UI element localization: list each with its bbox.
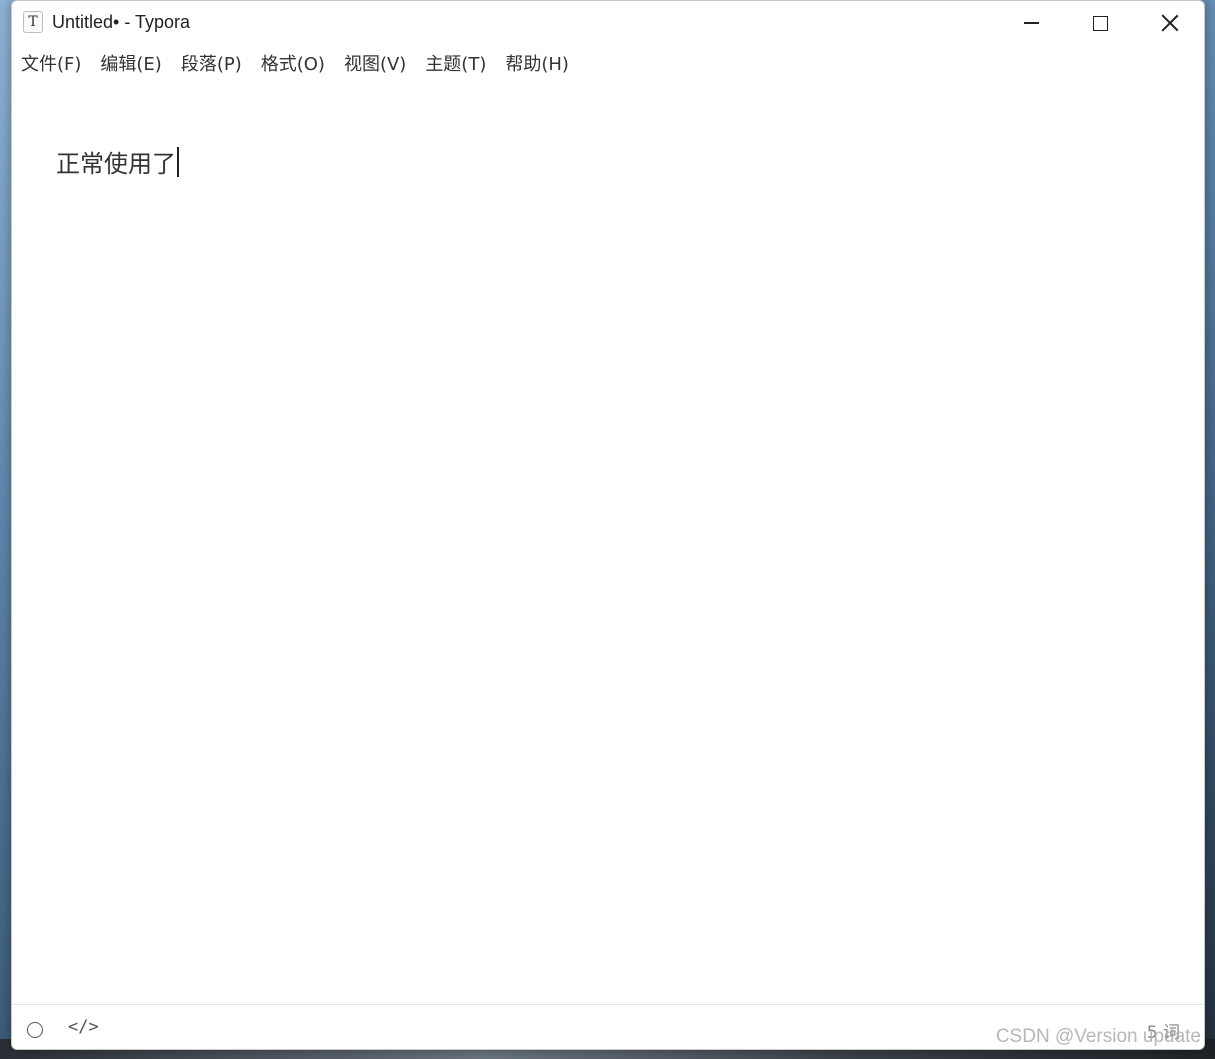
editor-paragraph[interactable]: 正常使用了 [56,144,179,179]
menu-theme[interactable]: 主题(T) [425,50,486,76]
text-caret [177,146,179,177]
typora-app-icon: T [23,11,43,33]
title-bar[interactable]: T Untitled• - Typora [12,1,1204,45]
source-code-toggle-icon[interactable]: </> [68,1017,99,1037]
minimize-icon [1023,22,1039,24]
sidebar-toggle-icon[interactable] [27,1022,43,1038]
menu-format[interactable]: 格式(O) [261,50,325,76]
close-icon [1160,13,1180,33]
menu-edit[interactable]: 编辑(E) [100,50,161,76]
window-title: Untitled• - Typora [52,12,191,32]
menu-help[interactable]: 帮助(H) [505,50,569,76]
maximize-icon [1092,15,1108,31]
editor-area[interactable]: 正常使用了 [12,81,1204,1004]
watermark: CSDN @Version update [995,1026,1201,1047]
typora-window: T Untitled• - Typora 文件(F) 编辑(E) 段落(P) 格… [11,0,1205,1050]
menu-view[interactable]: 视图(V) [344,50,406,76]
maximize-button[interactable] [1065,1,1135,45]
close-button[interactable] [1135,1,1204,45]
paragraph-text: 正常使用了 [56,150,176,178]
minimize-button[interactable] [996,1,1066,45]
menu-file[interactable]: 文件(F) [21,50,81,76]
menu-bar: 文件(F) 编辑(E) 段落(P) 格式(O) 视图(V) 主题(T) 帮助(H… [12,45,1204,81]
menu-paragraph[interactable]: 段落(P) [181,50,242,76]
